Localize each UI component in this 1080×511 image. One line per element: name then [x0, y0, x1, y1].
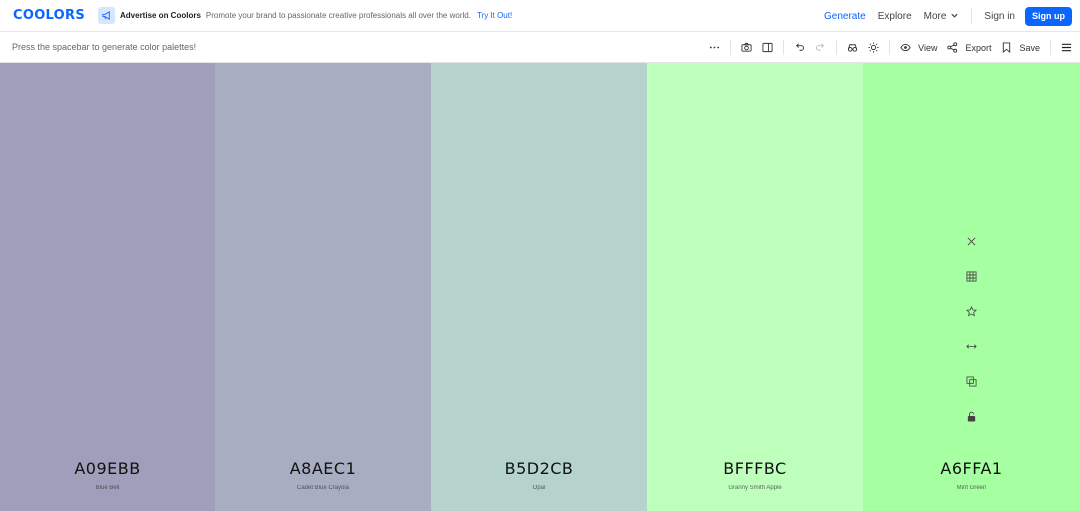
more-options-icon[interactable] — [709, 32, 720, 63]
ad-cta-link[interactable]: Try It Out! — [477, 11, 512, 20]
color-name: Blue Bell — [95, 485, 120, 491]
coolors-logo[interactable]: coolors — [13, 9, 85, 22]
nav-more[interactable]: More — [924, 0, 960, 32]
bookmark-icon — [1003, 42, 1011, 53]
ad-description: Promote your brand to passionate creativ… — [205, 11, 471, 20]
palette-toolbar: Press the spacebar to generate color pal… — [0, 32, 1080, 63]
view-button[interactable]: View — [900, 32, 937, 63]
nav-generate[interactable]: Generate — [820, 0, 870, 33]
close-icon[interactable] — [966, 224, 977, 259]
nav-more-label: More — [923, 10, 947, 22]
color-hex-code[interactable]: A6FFA1 — [863, 459, 1080, 478]
column-tools — [863, 224, 1080, 434]
drag-arrows-icon[interactable] — [966, 329, 977, 364]
sign-up-button[interactable]: Sign up — [1025, 6, 1072, 26]
export-label: Export — [965, 42, 992, 53]
view-label: View — [918, 42, 938, 53]
color-hex-code[interactable]: B5D2CB — [431, 459, 647, 478]
shades-grid-icon[interactable] — [966, 259, 977, 294]
toolbar-divider — [730, 40, 732, 55]
chevron-down-icon — [950, 11, 959, 22]
color-column[interactable]: B5D2CB Opal — [431, 63, 647, 511]
toolbar-divider — [783, 40, 785, 55]
color-name: Opal — [532, 485, 546, 491]
color-name: Granny Smith Apple — [728, 485, 782, 491]
toolbar-divider — [1050, 40, 1051, 55]
megaphone-icon — [98, 7, 115, 24]
undo-icon[interactable] — [794, 32, 805, 63]
spacebar-hint: Press the spacebar to generate color pal… — [12, 42, 197, 52]
glasses-icon[interactable] — [847, 32, 858, 63]
color-hex-code[interactable]: BFFFBC — [647, 459, 863, 478]
save-button[interactable]: Save — [1001, 32, 1040, 63]
camera-icon[interactable] — [741, 32, 752, 63]
top-navigation-bar: coolors Advertise on Coolors Promote you… — [0, 0, 1080, 33]
save-label: Save — [1019, 42, 1040, 53]
color-name: Mint Green — [956, 485, 987, 491]
eye-icon — [900, 43, 911, 52]
share-icon — [947, 42, 958, 53]
export-button[interactable]: Export — [947, 32, 991, 63]
sun-icon[interactable] — [868, 32, 879, 63]
main-nav: Generate Explore More Sign in Sign up — [812, 0, 1072, 33]
lock-icon[interactable] — [966, 399, 977, 434]
color-column[interactable]: A09EBB Blue Bell — [0, 63, 215, 511]
redo-icon[interactable] — [815, 32, 826, 63]
toolbar-divider — [889, 40, 891, 55]
color-hex-code[interactable]: A09EBB — [0, 459, 215, 478]
color-hex-code[interactable]: A8AEC1 — [215, 459, 431, 478]
color-column[interactable]: A8AEC1 Cadet Blue Crayola — [215, 63, 431, 511]
side-panel-icon[interactable] — [762, 32, 773, 63]
copy-icon[interactable] — [966, 364, 977, 399]
menu-icon[interactable] — [1061, 32, 1072, 63]
color-name: Cadet Blue Crayola — [296, 485, 350, 491]
color-column[interactable]: A6FFA1 Mint Green — [863, 63, 1080, 511]
toolbar-actions: View Export Save — [699, 32, 1080, 63]
color-palette: A09EBB Blue Bell A8AEC1 Cadet Blue Crayo… — [0, 63, 1080, 511]
nav-divider — [971, 8, 973, 24]
ad-title[interactable]: Advertise on Coolors — [120, 11, 201, 20]
star-icon[interactable] — [966, 294, 977, 329]
nav-explore[interactable]: Explore — [878, 0, 912, 32]
sign-in-link[interactable]: Sign in — [984, 0, 1015, 32]
color-column[interactable]: BFFFBC Granny Smith Apple — [647, 63, 863, 511]
toolbar-divider — [836, 40, 838, 55]
